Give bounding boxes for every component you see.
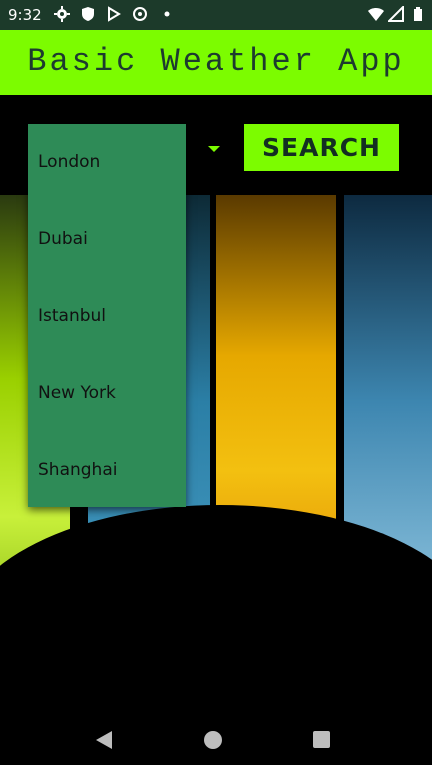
status-time: 9:32 (8, 6, 42, 24)
city-option-london[interactable]: London (38, 152, 100, 172)
recents-icon[interactable] (313, 731, 330, 748)
hill-silhouette (0, 505, 432, 700)
app-bar: Basic Weather App (0, 30, 432, 95)
wifi-icon (368, 6, 384, 22)
chevron-down-icon[interactable] (208, 146, 220, 152)
status-bar: 9:32 (0, 0, 432, 30)
data-saver-icon (132, 6, 148, 22)
search-button[interactable]: SEARCH (244, 124, 399, 171)
city-option-new-york[interactable]: New York (38, 383, 116, 403)
play-store-icon (106, 6, 122, 22)
city-dropdown: London Dubai Istanbul New York Shanghai (28, 124, 186, 507)
home-icon[interactable] (204, 731, 222, 749)
back-icon[interactable] (96, 731, 112, 749)
battery-icon (410, 6, 426, 22)
city-option-istanbul[interactable]: Istanbul (38, 306, 106, 326)
city-option-dubai[interactable]: Dubai (38, 229, 88, 249)
gear-icon (54, 6, 70, 22)
city-option-shanghai[interactable]: Shanghai (38, 460, 117, 480)
dot-icon (162, 6, 178, 22)
shield-icon (80, 6, 96, 22)
app-title: Basic Weather App (27, 43, 405, 80)
signal-icon (386, 4, 404, 22)
